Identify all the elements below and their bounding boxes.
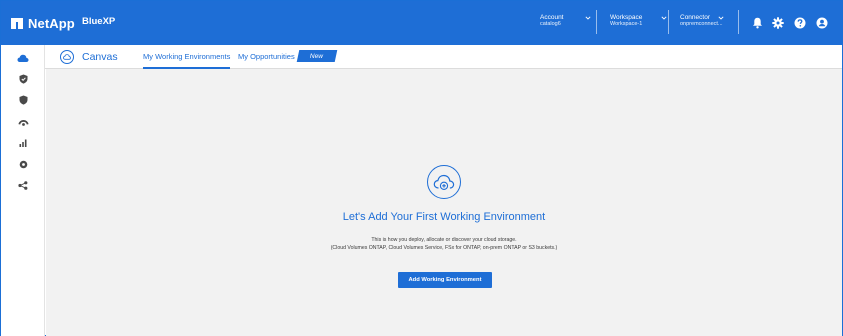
connector-label: Connector (680, 14, 710, 21)
new-badge: New (296, 50, 338, 62)
tab-bar: Canvas My Working Environments My Opport… (45, 45, 842, 69)
canvas-title: Canvas (60, 49, 118, 65)
workspace-dropdown[interactable]: Workspace Workspace-1 (610, 14, 680, 34)
connector-value: onpremconnect... (680, 21, 723, 27)
sidebar (1, 45, 45, 336)
account-label: Account (540, 14, 564, 21)
user-icon[interactable] (815, 16, 829, 30)
canvas-label: Canvas (82, 51, 118, 63)
account-dropdown[interactable]: Account catalog6 (540, 14, 600, 34)
protection-icon[interactable] (1, 70, 45, 88)
share-icon[interactable] (1, 176, 45, 194)
chevron-down-icon (585, 16, 591, 20)
netapp-logo[interactable]: NetApp (11, 14, 75, 32)
gear-icon[interactable] (771, 16, 785, 30)
chevron-down-icon (661, 16, 667, 20)
settings-icon[interactable] (1, 155, 45, 173)
empty-state-title: Let's Add Your First Working Environment (342, 211, 546, 223)
divider (596, 10, 597, 34)
help-icon[interactable] (793, 16, 807, 30)
bell-icon[interactable] (750, 16, 764, 30)
tab-my-working-environments[interactable]: My Working Environments (143, 52, 231, 69)
product-name: BlueXP (82, 16, 116, 27)
empty-state-description-line2: (Cloud Volumes ONTAP, Cloud Volumes Serv… (330, 245, 558, 251)
mobility-icon[interactable] (1, 113, 45, 131)
new-badge-label: New (310, 52, 324, 60)
add-cloud-icon (427, 165, 461, 199)
tab-my-opportunities[interactable]: My Opportunities (238, 52, 295, 69)
workspace-label: Workspace (610, 14, 643, 21)
brand-name: NetApp (28, 15, 75, 31)
chevron-down-icon (718, 16, 724, 20)
empty-state-description-line1: This is how you deploy, allocate or disc… (371, 237, 517, 243)
canvas-area: Let's Add Your First Working Environment… (46, 69, 842, 336)
empty-state-description: This is how you deploy, allocate or disc… (46, 236, 842, 252)
netapp-logo-icon (11, 17, 24, 29)
analytics-icon[interactable] (1, 134, 45, 152)
top-bar: NetApp BlueXP Account catalog6 Workspace… (1, 1, 842, 45)
app-frame: NetApp BlueXP Account catalog6 Workspace… (0, 0, 843, 336)
divider (738, 10, 739, 34)
storage-icon[interactable] (1, 49, 45, 67)
add-working-environment-button[interactable]: Add Working Environment (398, 272, 492, 288)
divider (668, 10, 669, 34)
workspace-value: Workspace-1 (610, 21, 643, 27)
canvas-cloud-icon (60, 50, 74, 64)
account-value: catalog6 (540, 21, 561, 27)
governance-icon[interactable] (1, 91, 45, 109)
connector-dropdown[interactable]: Connector onpremconnect... (680, 14, 740, 34)
